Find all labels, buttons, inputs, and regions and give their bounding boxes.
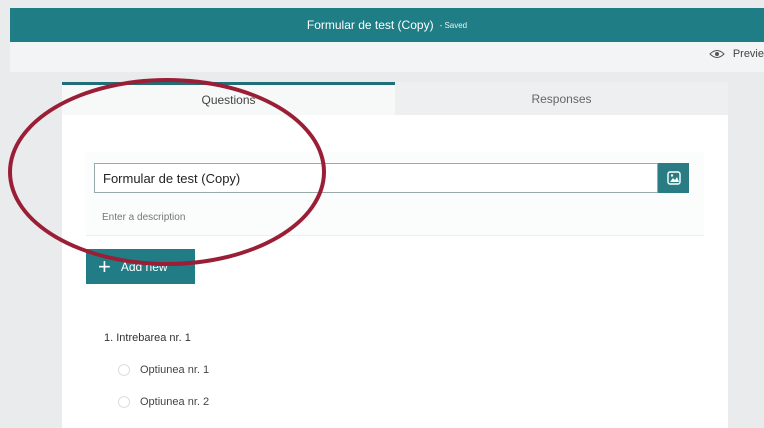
description-field[interactable]: Enter a description — [102, 212, 185, 223]
option-item[interactable]: Optiunea nr. 1 — [118, 364, 209, 376]
form-title-header: Formular de test (Copy) — [306, 18, 434, 32]
tab-questions[interactable]: Questions — [62, 82, 395, 115]
command-bar — [10, 42, 764, 72]
radio-button[interactable] — [118, 364, 130, 376]
plus-icon: + — [98, 253, 111, 279]
form-title-input[interactable] — [94, 163, 658, 193]
tab-bar: Questions Responses — [62, 82, 728, 115]
option-item[interactable]: Optiunea nr. 2 — [118, 396, 209, 408]
option-label: Optiunea nr. 1 — [140, 364, 210, 376]
question-title: 1. Intrebarea nr. 1 — [104, 332, 191, 344]
option-label: Optiunea nr. 2 — [140, 396, 210, 408]
save-status: - Saved — [439, 20, 468, 30]
image-icon — [666, 171, 681, 185]
tab-responses[interactable]: Responses — [395, 82, 728, 115]
radio-button[interactable] — [118, 396, 130, 408]
insert-image-button[interactable] — [658, 163, 689, 193]
app-header: Formular de test (Copy) - Saved — [10, 8, 764, 42]
preview-label: Previe — [732, 48, 764, 60]
add-new-label: Add new — [120, 259, 168, 274]
preview-button[interactable]: Previe — [709, 48, 764, 60]
add-new-button[interactable]: + Add new — [86, 249, 195, 284]
eye-icon — [709, 50, 725, 58]
